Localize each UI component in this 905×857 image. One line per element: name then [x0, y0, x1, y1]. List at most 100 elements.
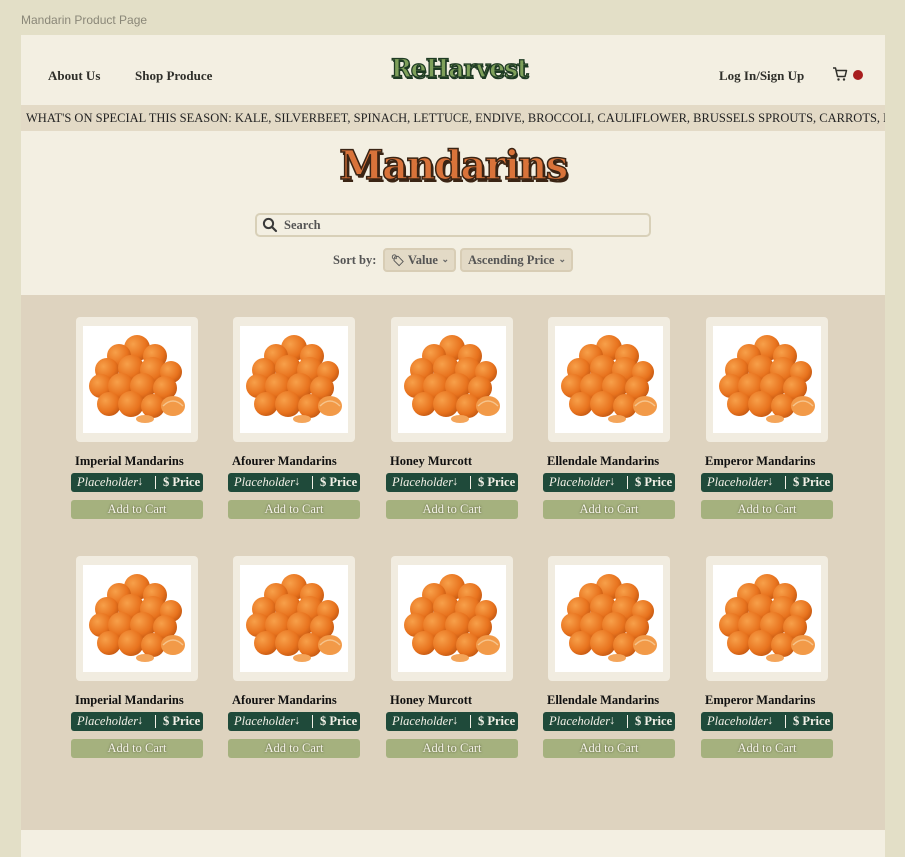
- mandarin-photo: [713, 565, 821, 672]
- login-signup-link[interactable]: Log In/Sign Up: [719, 68, 804, 84]
- product-option-dropdown[interactable]: Placeholder ↓ $ Price: [386, 473, 518, 492]
- divider: [155, 476, 156, 489]
- sort-field-select[interactable]: 🏷 Value ⌄: [383, 248, 456, 272]
- logo[interactable]: ReHarvest: [390, 53, 529, 83]
- option-value: Placeholder: [707, 475, 769, 489]
- mandarin-photo: [713, 326, 821, 433]
- product-price: $ Price: [635, 714, 673, 728]
- product-name: Afourer Mandarins: [232, 454, 337, 468]
- sort-order-select[interactable]: Ascending Price ⌄: [460, 248, 573, 272]
- page-title: Mandarins: [338, 141, 569, 190]
- product-name: Afourer Mandarins: [232, 693, 337, 707]
- mandarin-photo: [398, 565, 506, 672]
- divider: [470, 476, 471, 489]
- divider: [155, 715, 156, 728]
- product-option-dropdown[interactable]: Placeholder ↓ $ Price: [701, 712, 833, 731]
- product-name: Imperial Mandarins: [75, 693, 184, 707]
- arrow-down-icon: ↓: [294, 713, 301, 727]
- option-value: Placeholder: [392, 714, 454, 728]
- product-option-dropdown[interactable]: Placeholder ↓ $ Price: [543, 712, 675, 731]
- product-image[interactable]: [76, 556, 198, 681]
- product-image[interactable]: [76, 317, 198, 442]
- product-price: $ Price: [793, 714, 831, 728]
- option-value: Placeholder: [549, 475, 611, 489]
- product-option-dropdown[interactable]: Placeholder ↓ $ Price: [228, 473, 360, 492]
- product-image[interactable]: [548, 317, 670, 442]
- arrow-down-icon: ↓: [137, 474, 144, 488]
- option-value: Placeholder: [392, 475, 454, 489]
- product-name: Emperor Mandarins: [705, 693, 816, 707]
- cart-button[interactable]: [832, 66, 866, 84]
- product-price: $ Price: [478, 714, 516, 728]
- product-image[interactable]: [548, 556, 670, 681]
- product-price: $ Price: [635, 475, 673, 489]
- window-title: Mandarin Product Page: [21, 13, 148, 27]
- divider: [627, 715, 628, 728]
- specials-ticker: WHAT'S ON SPECIAL THIS SEASON: KALE, SIL…: [21, 105, 885, 131]
- product-option-dropdown[interactable]: Placeholder ↓ $ Price: [701, 473, 833, 492]
- mandarin-photo: [398, 326, 506, 433]
- chevron-down-icon: ⌄: [441, 254, 449, 264]
- product-image[interactable]: [706, 317, 828, 442]
- arrow-down-icon: ↓: [609, 713, 616, 727]
- arrow-down-icon: ↓: [452, 713, 459, 727]
- product-image[interactable]: [391, 317, 513, 442]
- product-option-dropdown[interactable]: Placeholder ↓ $ Price: [386, 712, 518, 731]
- option-value: Placeholder: [77, 475, 139, 489]
- divider: [312, 715, 313, 728]
- add-to-cart-button[interactable]: Add to Cart: [228, 739, 360, 758]
- product-name: Ellendale Mandarins: [547, 454, 660, 468]
- mandarin-photo: [555, 326, 663, 433]
- nav-shop-produce[interactable]: Shop Produce: [135, 68, 212, 84]
- add-to-cart-button[interactable]: Add to Cart: [386, 739, 518, 758]
- product-image[interactable]: [706, 556, 828, 681]
- chevron-down-icon: ⌄: [558, 254, 566, 264]
- arrow-down-icon: ↓: [137, 713, 144, 727]
- cart-icon: [833, 67, 848, 81]
- sort-field-value: Value: [407, 253, 438, 267]
- product-image[interactable]: [391, 556, 513, 681]
- add-to-cart-button[interactable]: Add to Cart: [543, 739, 675, 758]
- product-option-dropdown[interactable]: Placeholder ↓ $ Price: [543, 473, 675, 492]
- product-price: $ Price: [793, 475, 831, 489]
- product-price: $ Price: [320, 475, 358, 489]
- price-tag-icon: 🏷: [391, 255, 405, 267]
- divider: [785, 476, 786, 489]
- specials-text: WHAT'S ON SPECIAL THIS SEASON: KALE, SIL…: [26, 111, 885, 125]
- option-value: Placeholder: [234, 475, 296, 489]
- product-price: $ Price: [163, 475, 201, 489]
- add-to-cart-button[interactable]: Add to Cart: [386, 500, 518, 519]
- mandarin-photo: [83, 326, 191, 433]
- add-to-cart-button[interactable]: Add to Cart: [228, 500, 360, 519]
- product-price: $ Price: [320, 714, 358, 728]
- arrow-down-icon: ↓: [767, 713, 774, 727]
- mandarin-photo: [240, 565, 348, 672]
- divider: [627, 476, 628, 489]
- divider: [785, 715, 786, 728]
- add-to-cart-button[interactable]: Add to Cart: [71, 739, 203, 758]
- product-name: Honey Murcott: [390, 454, 473, 468]
- search-placeholder: Search: [284, 218, 321, 232]
- product-image[interactable]: [233, 556, 355, 681]
- product-name: Emperor Mandarins: [705, 454, 816, 468]
- product-image[interactable]: [233, 317, 355, 442]
- product-option-dropdown[interactable]: Placeholder ↓ $ Price: [71, 473, 203, 492]
- cart-badge: [853, 70, 863, 80]
- nav-about-us[interactable]: About Us: [48, 68, 100, 84]
- add-to-cart-button[interactable]: Add to Cart: [71, 500, 203, 519]
- mandarin-photo: [240, 326, 348, 433]
- option-value: Placeholder: [234, 714, 296, 728]
- product-option-dropdown[interactable]: Placeholder ↓ $ Price: [71, 712, 203, 731]
- add-to-cart-button[interactable]: Add to Cart: [701, 500, 833, 519]
- product-option-dropdown[interactable]: Placeholder ↓ $ Price: [228, 712, 360, 731]
- search-icon: [262, 217, 278, 233]
- arrow-down-icon: ↓: [767, 474, 774, 488]
- product-name: Imperial Mandarins: [75, 454, 184, 468]
- add-to-cart-button[interactable]: Add to Cart: [543, 500, 675, 519]
- sort-order-value: Ascending Price: [468, 253, 555, 267]
- search-input[interactable]: Search: [255, 213, 651, 237]
- add-to-cart-button[interactable]: Add to Cart: [701, 739, 833, 758]
- footer: [21, 830, 885, 857]
- product-name: Ellendale Mandarins: [547, 693, 660, 707]
- mandarin-photo: [83, 565, 191, 672]
